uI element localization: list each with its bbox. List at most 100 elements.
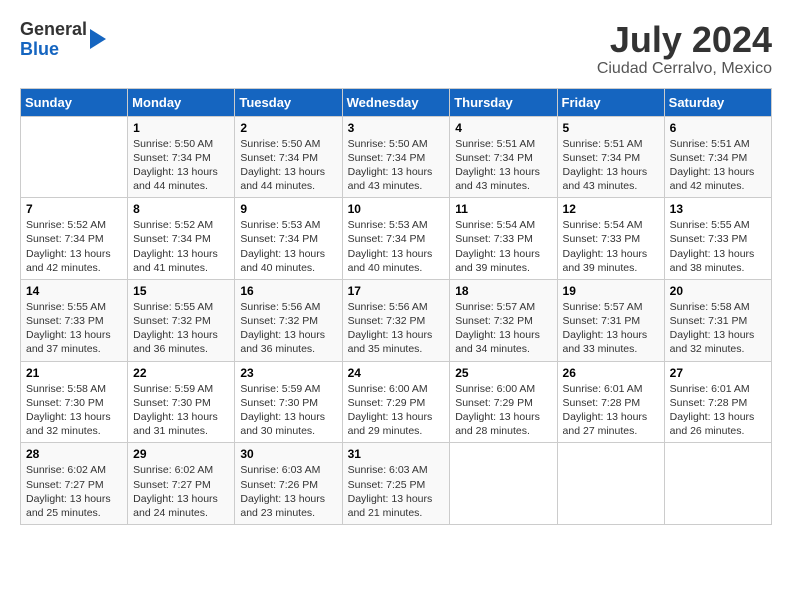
- day-cell: 28 Sunrise: 6:02 AMSunset: 7:27 PMDayligh…: [21, 443, 128, 525]
- day-info: Sunrise: 5:52 AMSunset: 7:34 PMDaylight:…: [26, 218, 122, 275]
- day-number: 31: [348, 447, 445, 461]
- day-cell: 20 Sunrise: 5:58 AMSunset: 7:31 PMDayligh…: [664, 279, 771, 361]
- day-number: 6: [670, 121, 766, 135]
- day-info: Sunrise: 5:53 AMSunset: 7:34 PMDaylight:…: [240, 218, 336, 275]
- header-monday: Monday: [128, 88, 235, 116]
- day-cell: 16 Sunrise: 5:56 AMSunset: 7:32 PMDayligh…: [235, 279, 342, 361]
- page-header: General Blue July 2024 Ciudad Cerralvo, …: [20, 20, 772, 78]
- day-cell: 23 Sunrise: 5:59 AMSunset: 7:30 PMDayligh…: [235, 361, 342, 443]
- day-cell: 17Sunrise: 5:56 AMSunset: 7:32 PMDayligh…: [342, 279, 450, 361]
- day-info: Sunrise: 6:01 AMSunset: 7:28 PMDaylight:…: [670, 382, 766, 439]
- day-info: Sunrise: 6:01 AMSunset: 7:28 PMDaylight:…: [563, 382, 659, 439]
- day-cell: 31 Sunrise: 6:03 AMSunset: 7:25 PMDayligh…: [342, 443, 450, 525]
- header-tuesday: Tuesday: [235, 88, 342, 116]
- week-row-0: 1 Sunrise: 5:50 AMSunset: 7:34 PMDaylight…: [21, 116, 772, 198]
- day-info: Sunrise: 6:00 AMSunset: 7:29 PMDaylight:…: [348, 382, 445, 439]
- day-number: 1: [133, 121, 229, 135]
- day-number: 15: [133, 284, 229, 298]
- day-number: 11: [455, 202, 551, 216]
- day-cell: [21, 116, 128, 198]
- header-sunday: Sunday: [21, 88, 128, 116]
- day-info: Sunrise: 5:50 AMSunset: 7:34 PMDaylight:…: [348, 137, 445, 194]
- logo-blue-text: Blue: [20, 39, 59, 59]
- day-number: 8: [133, 202, 229, 216]
- day-cell: 7 Sunrise: 5:52 AMSunset: 7:34 PMDaylight…: [21, 198, 128, 280]
- day-info: Sunrise: 5:58 AMSunset: 7:31 PMDaylight:…: [670, 300, 766, 357]
- day-cell: 2 Sunrise: 5:50 AMSunset: 7:34 PMDaylight…: [235, 116, 342, 198]
- day-info: Sunrise: 6:00 AMSunset: 7:29 PMDaylight:…: [455, 382, 551, 439]
- day-info: Sunrise: 5:55 AMSunset: 7:33 PMDaylight:…: [670, 218, 766, 275]
- day-info: Sunrise: 5:52 AMSunset: 7:34 PMDaylight:…: [133, 218, 229, 275]
- day-number: 29: [133, 447, 229, 461]
- header-wednesday: Wednesday: [342, 88, 450, 116]
- header-row: SundayMondayTuesdayWednesdayThursdayFrid…: [21, 88, 772, 116]
- day-cell: 1 Sunrise: 5:50 AMSunset: 7:34 PMDaylight…: [128, 116, 235, 198]
- day-info: Sunrise: 5:57 AMSunset: 7:32 PMDaylight:…: [455, 300, 551, 357]
- day-cell: [450, 443, 557, 525]
- week-row-2: 14Sunrise: 5:55 AMSunset: 7:33 PMDayligh…: [21, 279, 772, 361]
- logo: General Blue: [20, 20, 106, 60]
- day-number: 12: [563, 202, 659, 216]
- day-info: Sunrise: 5:53 AMSunset: 7:34 PMDaylight:…: [348, 218, 445, 275]
- day-number: 7: [26, 202, 122, 216]
- day-cell: 3Sunrise: 5:50 AMSunset: 7:34 PMDaylight…: [342, 116, 450, 198]
- day-info: Sunrise: 6:03 AMSunset: 7:26 PMDaylight:…: [240, 463, 336, 520]
- day-info: Sunrise: 5:58 AMSunset: 7:30 PMDaylight:…: [26, 382, 122, 439]
- day-info: Sunrise: 5:59 AMSunset: 7:30 PMDaylight:…: [240, 382, 336, 439]
- header-friday: Friday: [557, 88, 664, 116]
- day-number: 23: [240, 366, 336, 380]
- day-number: 20: [670, 284, 766, 298]
- day-number: 22: [133, 366, 229, 380]
- day-cell: 5 Sunrise: 5:51 AMSunset: 7:34 PMDaylight…: [557, 116, 664, 198]
- day-cell: 13 Sunrise: 5:55 AMSunset: 7:33 PMDayligh…: [664, 198, 771, 280]
- day-cell: 14Sunrise: 5:55 AMSunset: 7:33 PMDayligh…: [21, 279, 128, 361]
- day-number: 13: [670, 202, 766, 216]
- day-info: Sunrise: 6:02 AMSunset: 7:27 PMDaylight:…: [133, 463, 229, 520]
- day-number: 27: [670, 366, 766, 380]
- day-info: Sunrise: 5:50 AMSunset: 7:34 PMDaylight:…: [133, 137, 229, 194]
- day-number: 4: [455, 121, 551, 135]
- day-cell: 8 Sunrise: 5:52 AMSunset: 7:34 PMDaylight…: [128, 198, 235, 280]
- day-cell: 30 Sunrise: 6:03 AMSunset: 7:26 PMDayligh…: [235, 443, 342, 525]
- day-number: 19: [563, 284, 659, 298]
- day-info: Sunrise: 5:51 AMSunset: 7:34 PMDaylight:…: [670, 137, 766, 194]
- day-number: 5: [563, 121, 659, 135]
- day-cell: 19 Sunrise: 5:57 AMSunset: 7:31 PMDayligh…: [557, 279, 664, 361]
- day-cell: 11 Sunrise: 5:54 AMSunset: 7:33 PMDayligh…: [450, 198, 557, 280]
- day-info: Sunrise: 5:54 AMSunset: 7:33 PMDaylight:…: [455, 218, 551, 275]
- day-number: 18: [455, 284, 551, 298]
- day-cell: 12 Sunrise: 5:54 AMSunset: 7:33 PMDayligh…: [557, 198, 664, 280]
- header-saturday: Saturday: [664, 88, 771, 116]
- day-info: Sunrise: 5:50 AMSunset: 7:34 PMDaylight:…: [240, 137, 336, 194]
- day-cell: 9Sunrise: 5:53 AMSunset: 7:34 PMDaylight…: [235, 198, 342, 280]
- day-number: 30: [240, 447, 336, 461]
- day-info: Sunrise: 5:56 AMSunset: 7:32 PMDaylight:…: [240, 300, 336, 357]
- day-cell: 10Sunrise: 5:53 AMSunset: 7:34 PMDayligh…: [342, 198, 450, 280]
- day-cell: 21Sunrise: 5:58 AMSunset: 7:30 PMDayligh…: [21, 361, 128, 443]
- logo-general-text: General: [20, 19, 87, 39]
- location-text: Ciudad Cerralvo, Mexico: [597, 60, 772, 78]
- title-block: July 2024 Ciudad Cerralvo, Mexico: [597, 20, 772, 78]
- day-info: Sunrise: 5:55 AMSunset: 7:33 PMDaylight:…: [26, 300, 122, 357]
- day-info: Sunrise: 5:55 AMSunset: 7:32 PMDaylight:…: [133, 300, 229, 357]
- day-info: Sunrise: 5:51 AMSunset: 7:34 PMDaylight:…: [563, 137, 659, 194]
- week-row-3: 21Sunrise: 5:58 AMSunset: 7:30 PMDayligh…: [21, 361, 772, 443]
- calendar-table: SundayMondayTuesdayWednesdayThursdayFrid…: [20, 88, 772, 525]
- day-number: 16: [240, 284, 336, 298]
- day-cell: 22Sunrise: 5:59 AMSunset: 7:30 PMDayligh…: [128, 361, 235, 443]
- day-info: Sunrise: 5:54 AMSunset: 7:33 PMDaylight:…: [563, 218, 659, 275]
- day-cell: 26Sunrise: 6:01 AMSunset: 7:28 PMDayligh…: [557, 361, 664, 443]
- day-info: Sunrise: 6:02 AMSunset: 7:27 PMDaylight:…: [26, 463, 122, 520]
- day-cell: 15 Sunrise: 5:55 AMSunset: 7:32 PMDayligh…: [128, 279, 235, 361]
- day-info: Sunrise: 5:56 AMSunset: 7:32 PMDaylight:…: [348, 300, 445, 357]
- day-number: 28: [26, 447, 122, 461]
- day-cell: 25Sunrise: 6:00 AMSunset: 7:29 PMDayligh…: [450, 361, 557, 443]
- day-number: 2: [240, 121, 336, 135]
- day-info: Sunrise: 6:03 AMSunset: 7:25 PMDaylight:…: [348, 463, 445, 520]
- month-title: July 2024: [597, 20, 772, 60]
- week-row-1: 7 Sunrise: 5:52 AMSunset: 7:34 PMDaylight…: [21, 198, 772, 280]
- week-row-4: 28 Sunrise: 6:02 AMSunset: 7:27 PMDayligh…: [21, 443, 772, 525]
- day-info: Sunrise: 5:51 AMSunset: 7:34 PMDaylight:…: [455, 137, 551, 194]
- day-info: Sunrise: 5:57 AMSunset: 7:31 PMDaylight:…: [563, 300, 659, 357]
- day-cell: 6 Sunrise: 5:51 AMSunset: 7:34 PMDaylight…: [664, 116, 771, 198]
